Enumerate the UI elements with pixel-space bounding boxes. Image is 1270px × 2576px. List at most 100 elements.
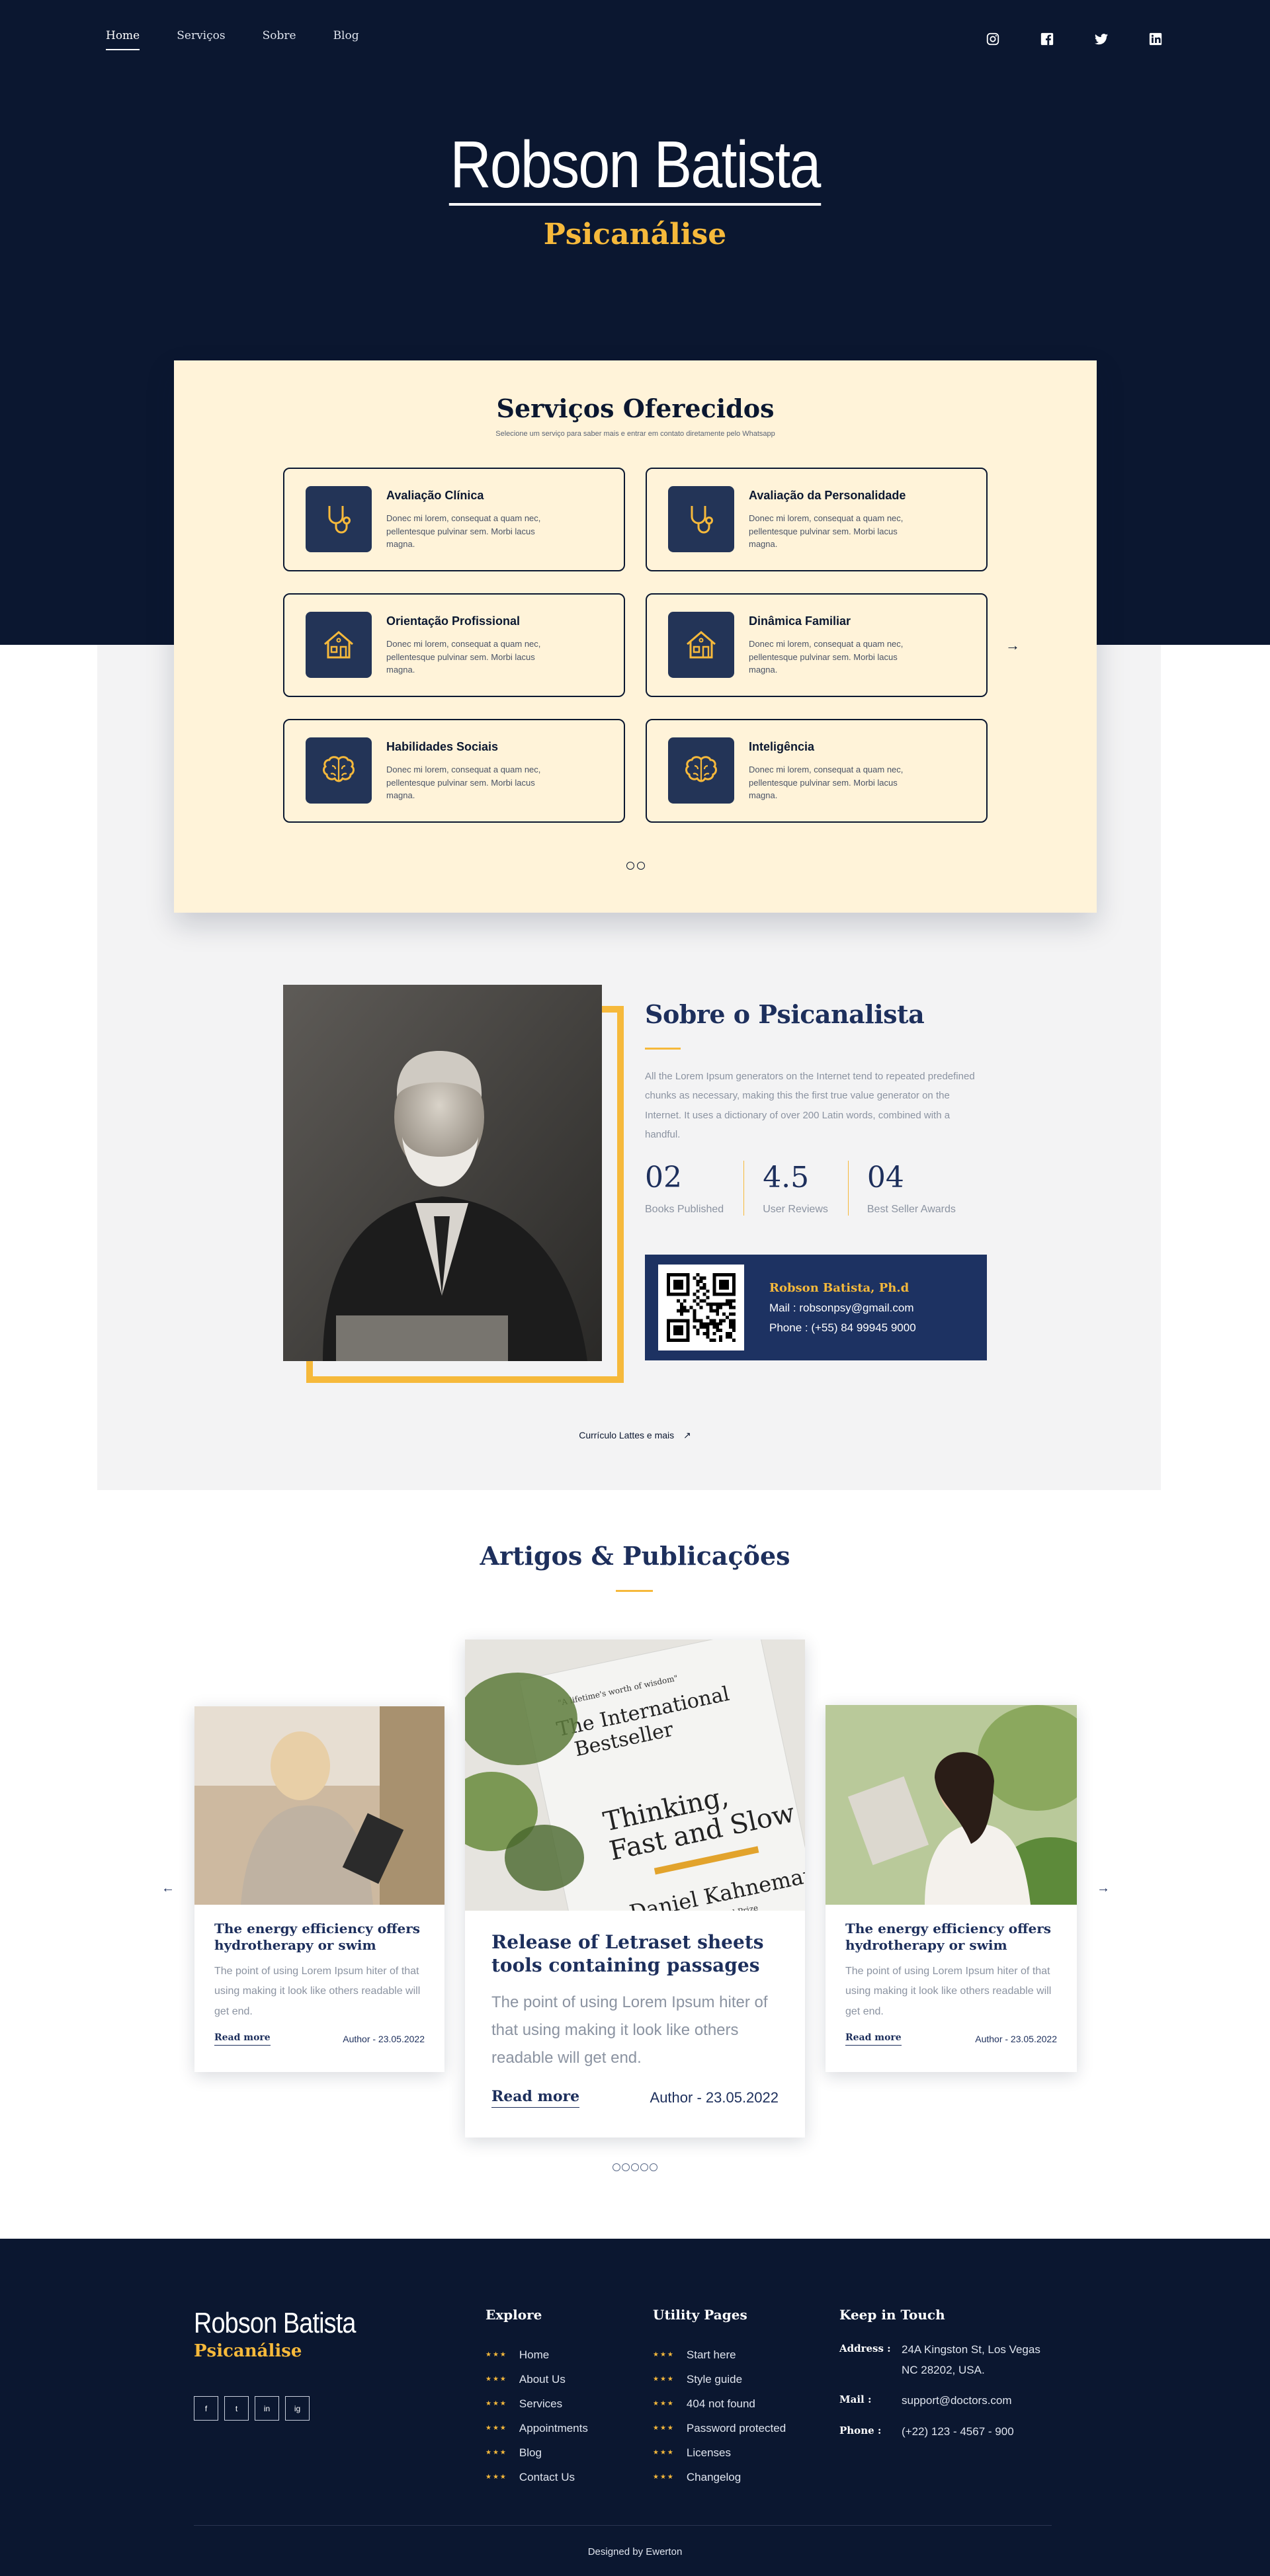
pagination-dot[interactable] [613,2163,620,2171]
article-author: Author - 23.05.2022 [975,2034,1057,2045]
footer-socials: f t in ig [194,2396,310,2421]
footer-link-label: Services [519,2397,563,2410]
service-text: Donec mi lorem, consequat a quam nec, pe… [386,765,541,800]
service-text: Donec mi lorem, consequat a quam nec, pe… [749,513,904,549]
read-more-link[interactable]: Read more [214,2032,271,2046]
arrow-right-icon[interactable]: → [1097,1881,1110,1896]
linkedin-icon[interactable]: in [255,2396,279,2421]
contact-phone: Phone : (+22) 123 - 4567 - 900 [839,2422,1058,2442]
footer-contact-heading: Keep in Touch [839,2307,945,2323]
footer-link[interactable]: ★★★ 404 not found [653,2391,786,2416]
about-heading: Sobre o Psicanalista [645,999,925,1029]
lattes-link-label: Currículo Lattes e mais [579,1430,675,1440]
house-icon [306,612,372,678]
instagram-icon[interactable]: ig [285,2396,310,2421]
pagination-dot[interactable] [622,2163,630,2171]
service-card[interactable]: Orientação Profissional Donec mi lorem, … [283,593,625,697]
footer-link-label: Blog [519,2446,542,2459]
article-title[interactable]: Release of Letraset sheets tools contain… [491,1931,779,1977]
footer-brand-subtitle: Psicanálise [194,2341,302,2361]
footer-link[interactable]: ★★★ Style guide [653,2367,786,2391]
service-text: Donec mi lorem, consequat a quam nec, pe… [749,639,904,675]
article-title[interactable]: The energy efficiency offers hydrotherap… [214,1921,425,1954]
article-excerpt: The point of using Lorem Ipsum hiter of … [491,1993,768,2067]
footer-link-label: Password protected [686,2421,786,2434]
arrow-right-icon[interactable]: → [1005,637,1020,654]
contact-mail-label: Mail : [839,2393,872,2406]
footer-link[interactable]: ★★★ Changelog [653,2465,786,2489]
twitter-icon[interactable] [1093,30,1110,48]
footer-link[interactable]: ★★★ Home [486,2343,588,2367]
pagination-dot[interactable] [640,2163,648,2171]
heading-underline [616,1590,653,1592]
article-author: Author - 23.05.2022 [343,2034,425,2045]
linkedin-icon[interactable] [1147,30,1164,48]
articles-pagination [0,2163,1270,2175]
footer-link-label: 404 not found [686,2397,755,2410]
pagination-dot[interactable] [626,862,634,870]
service-title: Habilidades Sociais [386,740,499,753]
twitter-icon[interactable]: t [224,2396,249,2421]
footer-link-label: Start here [686,2348,736,2361]
article-image-woman-reading [194,1706,444,1905]
article-card[interactable]: The energy efficiency offers hydrotherap… [194,1706,444,2072]
services-subheading: Selecione um serviço para saber mais e e… [495,430,775,438]
brain-icon [668,737,734,804]
article-excerpt: The point of using Lorem Ipsum hiter of … [214,1966,421,2017]
article-excerpt: The point of using Lorem Ipsum hiter of … [845,1966,1052,2017]
footer: Robson Batista Psicanálise f t in ig Exp… [0,2239,1270,2576]
card-phone[interactable]: Phone : (+55) 84 99945 9000 [769,1321,916,1335]
read-more-link[interactable]: Read more [845,2032,902,2046]
card-mail[interactable]: Mail : robsonpsy@gmail.com [769,1302,916,1315]
footer-link[interactable]: ★★★ Appointments [486,2416,588,2440]
house-icon [668,612,734,678]
service-text: Donec mi lorem, consequat a quam nec, pe… [386,639,541,675]
footer-link[interactable]: ★★★ Licenses [653,2440,786,2465]
footer-link[interactable]: ★★★ Password protected [653,2416,786,2440]
contact-mail: Mail : support@doctors.com [839,2391,1058,2411]
footer-link[interactable]: ★★★ About Us [486,2367,588,2391]
footer-link[interactable]: ★★★ Blog [486,2440,588,2465]
instagram-icon[interactable] [984,30,1001,48]
contact-phone-value[interactable]: (+22) 123 - 4567 - 900 [902,2422,1014,2442]
service-card[interactable]: Avaliação Clínica Donec mi lorem, conseq… [283,468,625,571]
star-bullet-icon: ★★★ [486,2376,507,2383]
service-card[interactable]: Dinâmica Familiar Donec mi lorem, conseq… [646,593,988,697]
service-card[interactable]: Inteligência Donec mi lorem, consequat a… [646,719,988,823]
arrow-left-icon[interactable]: ← [161,1881,175,1896]
nav-item-servicos[interactable]: Serviços [177,29,225,50]
star-bullet-icon: ★★★ [486,2449,507,2456]
service-card[interactable]: Habilidades Sociais Donec mi lorem, cons… [283,719,625,823]
stat-label: Books Published [645,1204,724,1215]
article-card[interactable]: The energy efficiency offers hydrotherap… [826,1705,1077,2072]
hero-subtitle: Psicanálise [543,218,727,251]
footer-link[interactable]: ★★★ Start here [653,2343,786,2367]
stethoscope-icon [668,486,734,552]
read-more-link[interactable]: Read more [491,2088,580,2108]
nav-item-home[interactable]: Home [106,29,140,50]
article-title[interactable]: The energy efficiency offers hydrotherap… [845,1921,1057,1954]
lattes-link[interactable]: Currículo Lattes e mais ↗ [0,1430,1270,1441]
footer-explore: Explore ★★★ Home ★★★ About Us ★★★ Services … [486,2307,588,2489]
footer-link[interactable]: ★★★ Contact Us [486,2465,588,2489]
pagination-dot[interactable] [636,862,645,870]
service-card[interactable]: Avaliação da Personalidade Donec mi lore… [646,468,988,571]
nav-item-sobre[interactable]: Sobre [263,29,296,50]
star-bullet-icon: ★★★ [653,2449,675,2456]
facebook-icon[interactable]: f [194,2396,218,2421]
pagination-dot[interactable] [650,2163,657,2171]
service-title: Orientação Profissional [386,614,521,628]
qr-code[interactable] [658,1265,744,1350]
footer-link[interactable]: ★★★ Services [486,2391,588,2416]
contact-address-value: 24A Kingston St, Los Vegas NC 28202, USA… [902,2343,1040,2376]
contact-phone-label: Phone : [839,2424,882,2436]
pagination-dot[interactable] [631,2163,639,2171]
contact-mail-value[interactable]: support@doctors.com [902,2391,1012,2411]
nav-item-blog[interactable]: Blog [333,29,359,50]
hero-title: Robson Batista [448,129,821,206]
arrow-up-right-icon: ↗ [683,1430,691,1440]
brain-icon [306,737,372,804]
article-card-featured[interactable]: "A lifetime's worth of wisdom" The Inter… [465,1640,805,2138]
contact-address-label: Address : [839,2343,891,2354]
facebook-icon[interactable] [1038,30,1056,48]
